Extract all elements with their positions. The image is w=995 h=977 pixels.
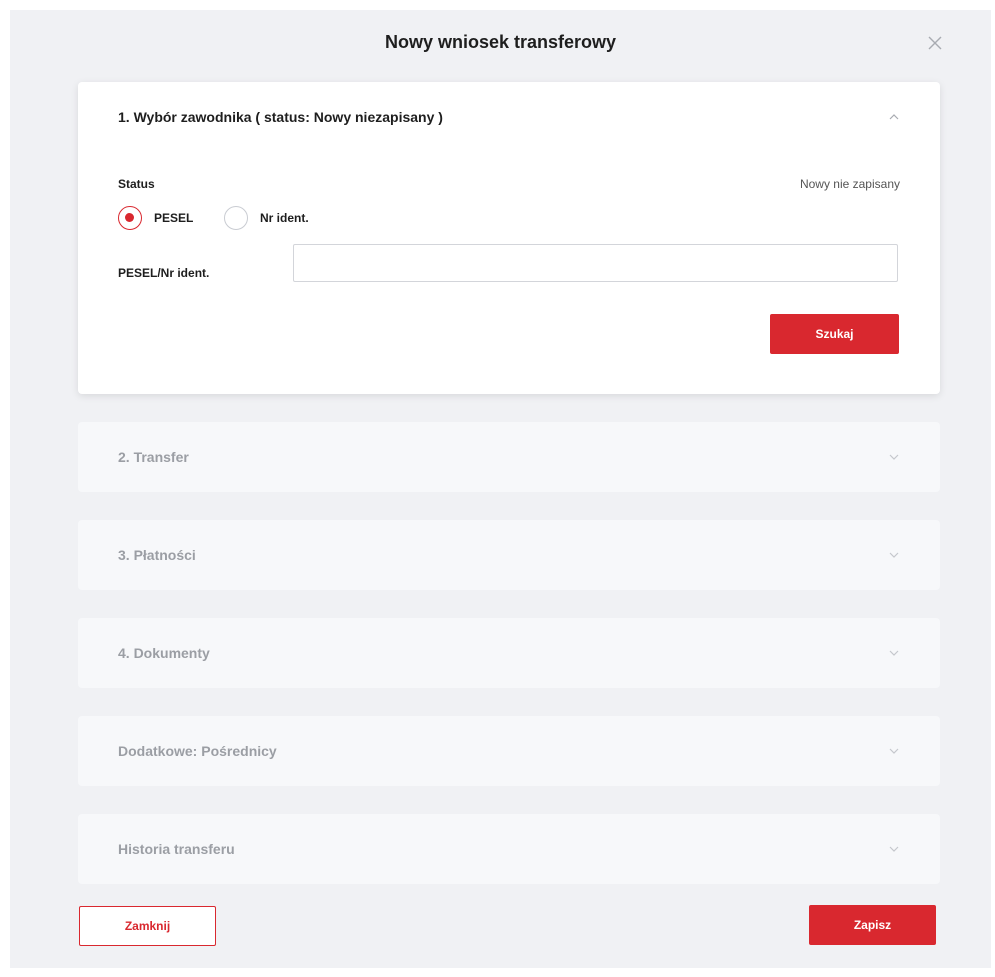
- section-documents-title: 4. Dokumenty: [118, 645, 210, 661]
- chevron-up-icon: [888, 110, 900, 122]
- section-intermediaries-title: Dodatkowe: Pośrednicy: [118, 743, 277, 759]
- status-label: Status: [118, 177, 155, 191]
- radio-nr-ident-circle: [224, 206, 248, 230]
- radio-pesel-label: PESEL: [154, 211, 194, 225]
- section-transfer-history[interactable]: Historia transferu: [78, 814, 940, 884]
- close-button[interactable]: Zamknij: [79, 906, 216, 946]
- pesel-field-label: PESEL/Nr ident.: [118, 266, 210, 280]
- section-player-selection-title: 1. Wybór zawodnika ( status: Nowy niezap…: [118, 109, 443, 125]
- search-button[interactable]: Szukaj: [770, 314, 899, 354]
- section-intermediaries[interactable]: Dodatkowe: Pośrednicy: [78, 716, 940, 786]
- radio-pesel[interactable]: PESEL: [118, 204, 193, 232]
- chevron-down-icon: [888, 548, 900, 560]
- transfer-request-modal: Nowy wniosek transferowy 1. Wybór zawodn…: [10, 10, 991, 968]
- section-transfer-history-title: Historia transferu: [118, 841, 235, 857]
- pesel-input[interactable]: [293, 244, 898, 282]
- radio-nr-ident[interactable]: Nr ident.: [224, 204, 309, 232]
- chevron-down-icon: [888, 450, 900, 462]
- chevron-down-icon: [888, 842, 900, 854]
- section-transfer[interactable]: 2. Transfer: [78, 422, 940, 492]
- chevron-down-icon: [888, 646, 900, 658]
- section-player-selection: 1. Wybór zawodnika ( status: Nowy niezap…: [78, 82, 940, 394]
- status-value: Nowy nie zapisany: [799, 177, 900, 191]
- section-documents[interactable]: 4. Dokumenty: [78, 618, 940, 688]
- section-payments[interactable]: 3. Płatności: [78, 520, 940, 590]
- section-payments-title: 3. Płatności: [118, 547, 196, 563]
- chevron-down-icon: [888, 744, 900, 756]
- radio-nr-ident-label: Nr ident.: [260, 211, 309, 225]
- modal-title: Nowy wniosek transferowy: [384, 32, 617, 52]
- section-player-selection-header[interactable]: 1. Wybór zawodnika ( status: Nowy niezap…: [78, 82, 940, 152]
- close-icon[interactable]: [924, 32, 946, 54]
- section-transfer-title: 2. Transfer: [118, 449, 189, 465]
- save-button[interactable]: Zapisz: [809, 905, 936, 945]
- radio-pesel-circle: [118, 206, 142, 230]
